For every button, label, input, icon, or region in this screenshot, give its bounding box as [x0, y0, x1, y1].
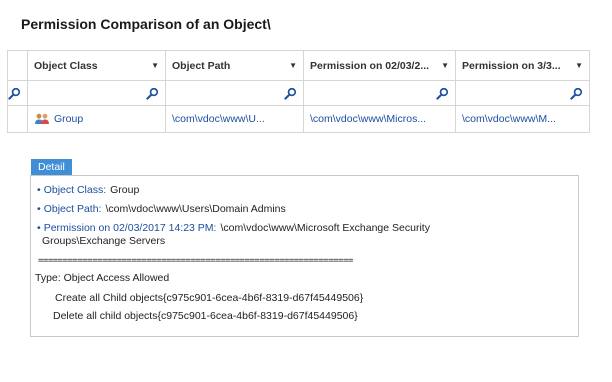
cell-object-class[interactable]: Group: [27, 105, 166, 133]
detail-value: Group: [110, 184, 140, 196]
filter-cell-object-path[interactable]: [165, 80, 304, 106]
comparison-grid: Object Class ▼ Object Path ▼ Permission on…: [7, 50, 590, 133]
detail-entry-delete: Delete all child objects{c975c901-6cea-4…: [53, 310, 358, 322]
column-label: Permission on 3/3...: [462, 59, 561, 72]
filter-cell-permission-2[interactable]: [455, 80, 590, 106]
detail-object-path: • Object Path: \com\vdoc\www\Users\Domain …: [37, 203, 286, 215]
column-header-permission-1[interactable]: Permission on 02/03/2... ▼: [303, 50, 456, 81]
grid-header-row: Object Class ▼ Object Path ▼ Permission on…: [7, 50, 590, 81]
detail-type: Type: Object Access Allowed: [35, 272, 170, 284]
search-icon[interactable]: [570, 87, 583, 100]
filter-cell-object-class[interactable]: [27, 80, 166, 106]
cell-permission-1[interactable]: \com\vdoc\www\Micros...: [303, 105, 456, 133]
filter-cell-permission-1[interactable]: [303, 80, 456, 106]
sort-dropdown-icon[interactable]: ▼: [441, 61, 449, 70]
detail-value: \com\vdoc\www\Microsoft Exchange Securit…: [220, 222, 430, 234]
column-label: Permission on 02/03/2...: [310, 59, 430, 72]
row-spacer: [7, 105, 28, 133]
permission-2-link[interactable]: \com\vdoc\www\M...: [462, 113, 556, 125]
table-row[interactable]: Group \com\vdoc\www\U... \com\vdoc\www\M…: [7, 105, 590, 133]
permission-1-link[interactable]: \com\vdoc\www\Micros...: [310, 113, 426, 125]
detail-object-class: • Object Class: Group: [37, 184, 139, 196]
tab-detail[interactable]: Detail: [31, 159, 72, 175]
bullet-icon: •: [37, 222, 41, 234]
cell-permission-2[interactable]: \com\vdoc\www\M...: [455, 105, 590, 133]
header-spacer: [7, 50, 28, 81]
page-title: Permission Comparison of an Object\: [21, 16, 271, 32]
separator-line: ========================================…: [38, 256, 353, 266]
bullet-icon: •: [37, 203, 41, 215]
search-icon[interactable]: [8, 87, 21, 100]
bullet-icon: •: [37, 184, 41, 196]
filter-cell-all[interactable]: [7, 80, 28, 106]
column-label: Object Class: [34, 59, 98, 72]
sort-dropdown-icon[interactable]: ▼: [289, 61, 297, 70]
column-label: Object Path: [172, 59, 231, 72]
object-path-link[interactable]: \com\vdoc\www\U...: [172, 113, 265, 125]
detail-key: Object Class:: [43, 184, 107, 196]
detail-value: \com\vdoc\www\Users\Domain Admins: [105, 203, 286, 215]
group-icon: [35, 113, 49, 125]
filter-row: [7, 80, 590, 106]
column-header-permission-2[interactable]: Permission on 3/3... ▼: [455, 50, 590, 81]
column-header-object-path[interactable]: Object Path ▼: [165, 50, 304, 81]
cell-object-path[interactable]: \com\vdoc\www\U...: [165, 105, 304, 133]
search-icon[interactable]: [146, 87, 159, 100]
detail-key: Permission on 02/03/2017 14:23 PM:: [43, 222, 217, 234]
detail-permission: • Permission on 02/03/2017 14:23 PM: \com\…: [37, 222, 430, 234]
sort-dropdown-icon[interactable]: ▼: [151, 61, 159, 70]
column-header-object-class[interactable]: Object Class ▼: [27, 50, 166, 81]
search-icon[interactable]: [436, 87, 449, 100]
object-class-link[interactable]: Group: [54, 113, 83, 125]
detail-entry-create: Create all Child objects{c975c901-6cea-4…: [55, 292, 364, 304]
detail-permission-continued: Groups\Exchange Servers: [42, 235, 166, 247]
search-icon[interactable]: [284, 87, 297, 100]
sort-dropdown-icon[interactable]: ▼: [575, 61, 583, 70]
detail-key: Object Path:: [43, 203, 102, 215]
detail-panel: • Object Class: Group • Object Path: \com\vd…: [30, 175, 579, 337]
